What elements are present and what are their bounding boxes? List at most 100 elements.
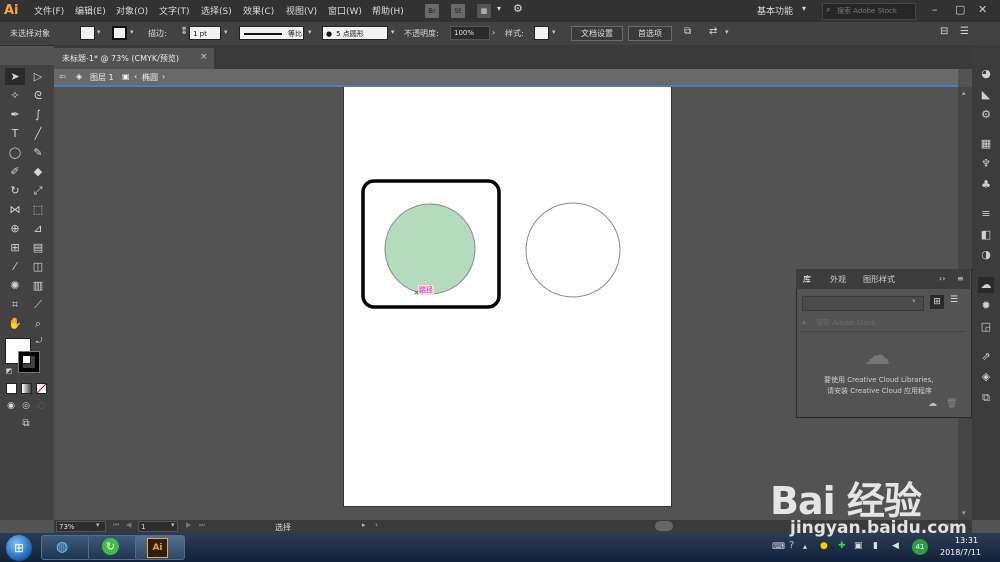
color-panel-icon[interactable]: ◕ bbox=[978, 66, 994, 82]
hscroll-left-icon[interactable]: ‹ bbox=[375, 521, 378, 529]
panel-expand-icon[interactable]: ›› bbox=[939, 274, 945, 283]
next-artboard-icon[interactable]: ▶ bbox=[186, 521, 191, 529]
panel-menu-icon[interactable]: ☰ bbox=[960, 26, 969, 37]
mesh-tool-icon[interactable]: ⊞ bbox=[5, 239, 25, 256]
gpu-icon[interactable]: ⚙ bbox=[513, 2, 523, 15]
color-mode-icon[interactable] bbox=[6, 383, 17, 394]
panel-menu-icon[interactable]: ≡ bbox=[957, 274, 964, 283]
security-tray-icon[interactable]: ✚ bbox=[838, 541, 846, 551]
stroke-weight-input[interactable]: 1 pt bbox=[189, 26, 221, 40]
symbol-sprayer-tool-icon[interactable]: ✺ bbox=[5, 277, 25, 294]
windows-start-icon[interactable]: ⊞ bbox=[6, 535, 32, 561]
shape-builder-tool-icon[interactable]: ⊕ bbox=[5, 220, 25, 237]
eraser-tool-icon[interactable]: ◆ bbox=[28, 163, 48, 180]
paintbrush-tool-icon[interactable]: ✎ bbox=[28, 144, 48, 161]
free-transform-tool-icon[interactable]: ⬚ bbox=[28, 201, 48, 218]
clock-date[interactable]: 2018/7/11 bbox=[940, 548, 981, 557]
document-tab[interactable]: 未标题-1* @ 73% (CMYK/预览) bbox=[54, 48, 214, 69]
arrange-documents-icon[interactable]: ⧉ bbox=[684, 26, 691, 37]
transform-icon[interactable]: ⇄ bbox=[709, 26, 717, 37]
status-current-tool[interactable]: 选择 bbox=[275, 522, 291, 533]
fill-swatch[interactable] bbox=[80, 26, 95, 40]
list-view-icon[interactable]: ☰ bbox=[950, 295, 958, 305]
breadcrumb-object[interactable]: 椭圆 bbox=[142, 72, 158, 83]
default-colors-icon[interactable]: ◩ bbox=[3, 365, 15, 377]
shaper-tool-icon[interactable]: ✐ bbox=[5, 163, 25, 180]
help-tray-icon[interactable]: ? bbox=[789, 540, 794, 551]
transparency-panel-icon[interactable]: ◑ bbox=[978, 247, 994, 263]
grid-view-icon[interactable]: ⊞ bbox=[930, 295, 944, 309]
libraries-panel-icon[interactable]: ☁ bbox=[978, 277, 994, 293]
bridge-button[interactable]: Br bbox=[425, 4, 439, 18]
fill-chevron-icon[interactable]: ▾ bbox=[97, 28, 101, 36]
magic-wand-tool-icon[interactable]: ✧ bbox=[5, 87, 25, 104]
pen-tool-icon[interactable]: ✒ bbox=[5, 106, 25, 123]
line-tool-icon[interactable]: ╱ bbox=[28, 125, 48, 142]
graphic-style-swatch[interactable] bbox=[534, 26, 549, 40]
none-mode-icon[interactable] bbox=[36, 383, 47, 394]
zoom-chevron-icon[interactable]: ▾ bbox=[96, 521, 100, 529]
swatches-panel-icon[interactable]: ▦ bbox=[978, 136, 994, 152]
zoom-tool-icon[interactable]: ⌕ bbox=[28, 315, 48, 332]
slice-tool-icon[interactable]: ⟋ bbox=[28, 296, 48, 313]
keyboard-icon[interactable]: ⌨ bbox=[772, 542, 785, 552]
tab-libraries[interactable]: 库 bbox=[803, 274, 811, 285]
arrange-icon[interactable]: ▦ bbox=[477, 4, 491, 18]
chevron-down-icon[interactable]: ▾ bbox=[497, 4, 501, 13]
gradient-mode-icon[interactable] bbox=[21, 383, 32, 394]
back-arrow-icon[interactable]: ⇦ bbox=[59, 72, 66, 81]
stroke-swatch[interactable] bbox=[112, 26, 127, 40]
stroke-weight-chevron-icon[interactable]: ▾ bbox=[224, 28, 228, 36]
screen-mode-icon[interactable]: ⧉ bbox=[16, 417, 36, 431]
menu-view[interactable]: 视图(V) bbox=[286, 4, 317, 17]
tray-expand-icon[interactable]: ▴ bbox=[803, 542, 807, 551]
tray-badge[interactable]: 41 bbox=[912, 539, 928, 555]
stock-button[interactable]: St bbox=[451, 4, 465, 18]
prev-artboard-icon[interactable]: ◀ bbox=[126, 521, 131, 529]
minimize-button[interactable]: – bbox=[932, 3, 938, 16]
artboards-panel-icon[interactable]: ⧉ bbox=[978, 390, 994, 406]
brush-chevron-icon[interactable]: ▾ bbox=[391, 28, 395, 36]
network-icon[interactable]: ▮ bbox=[873, 541, 878, 551]
outline-circle-shape[interactable] bbox=[525, 202, 621, 298]
symbols-panel-icon[interactable]: ♣ bbox=[978, 177, 994, 193]
menu-type[interactable]: 文字(T) bbox=[159, 4, 190, 17]
swap-colors-icon[interactable]: ⤾ bbox=[33, 335, 45, 347]
recolor-icon[interactable]: ⚙ bbox=[978, 107, 994, 123]
trash-icon[interactable]: 🗑 bbox=[946, 399, 957, 409]
stock-search-input[interactable]: ⌕ 搜索 Adobe Stock bbox=[822, 3, 916, 20]
tray-icon[interactable]: ▣ bbox=[854, 541, 863, 551]
gradient-tool-icon[interactable]: ▤ bbox=[28, 239, 48, 256]
status-menu-icon[interactable]: ▸ bbox=[362, 521, 366, 529]
panel-align-icon[interactable]: ⊟ bbox=[940, 26, 948, 37]
maximize-button[interactable]: ▢ bbox=[955, 3, 965, 16]
tab-graphic-styles[interactable]: 图形样式 bbox=[863, 274, 895, 285]
document-setup-button[interactable]: 文档设置 bbox=[571, 26, 623, 41]
draw-behind-icon[interactable]: ◎ bbox=[19, 399, 33, 413]
preferences-button[interactable]: 首选项 bbox=[628, 26, 672, 41]
brushes-panel-icon[interactable]: ♆ bbox=[978, 156, 994, 172]
perspective-grid-tool-icon[interactable]: ⊿ bbox=[28, 220, 48, 237]
menu-object[interactable]: 对象(O) bbox=[116, 4, 148, 17]
volume-icon[interactable]: ◀ bbox=[892, 541, 899, 551]
draw-inside-icon[interactable]: ◌ bbox=[34, 399, 48, 413]
draw-normal-icon[interactable]: ◉ bbox=[4, 399, 18, 413]
opacity-input[interactable]: 100% bbox=[450, 26, 490, 40]
stroke-stepper-icon[interactable]: ⇕ bbox=[180, 26, 188, 37]
close-button[interactable]: ✕ bbox=[978, 3, 987, 16]
menu-edit[interactable]: 编辑(E) bbox=[75, 4, 106, 17]
workspace-chevron-icon[interactable]: ▾ bbox=[802, 4, 806, 13]
ellipse-tool-icon[interactable]: ◯ bbox=[5, 144, 25, 161]
scroll-up-icon[interactable]: ▴ bbox=[962, 89, 966, 97]
menu-window[interactable]: 窗口(W) bbox=[328, 4, 362, 17]
graphic-styles-icon[interactable]: ◲ bbox=[978, 319, 994, 335]
selection-tool-icon[interactable]: ➤ bbox=[5, 68, 25, 85]
cloud-sync-icon[interactable]: ☁ bbox=[928, 399, 937, 409]
variable-width-profile[interactable]: 等比 bbox=[239, 26, 304, 40]
stroke-chevron-icon[interactable]: ▾ bbox=[130, 28, 134, 36]
workspace-switcher[interactable]: 基本功能 bbox=[757, 4, 793, 17]
tray-app-icon[interactable]: ● bbox=[820, 541, 828, 551]
scale-tool-icon[interactable]: ⤢ bbox=[28, 182, 48, 199]
curvature-tool-icon[interactable]: ∫ bbox=[28, 106, 48, 123]
menu-help[interactable]: 帮助(H) bbox=[372, 4, 404, 17]
